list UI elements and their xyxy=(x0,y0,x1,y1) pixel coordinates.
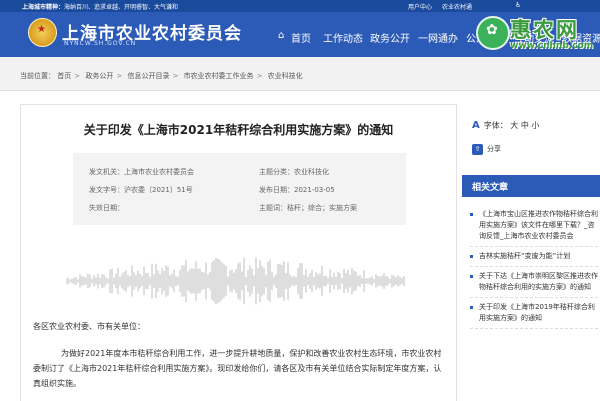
share-button[interactable]: ⇪ 分享 xyxy=(472,144,501,155)
related-heading: 相关文章 xyxy=(462,175,600,197)
agri-app-link[interactable]: 农业农村通 xyxy=(442,4,472,11)
related-item[interactable]: 关于印发《上海市2019年秸秆综合利用实施方案》的通知 xyxy=(470,302,598,329)
font-medium[interactable]: 中 xyxy=(521,121,529,130)
article-body: 各区农业农村委、市有关单位： 为做好2021年度本市秸秆综合利用工作，进一步提升… xyxy=(33,319,443,391)
meta-issuer: 发文机关：上海市农业农村委员会 xyxy=(89,168,194,176)
site-domain: NYNCW.SH.GOV.CN xyxy=(64,40,137,47)
font-size-control: A 字体： 大 中 小 xyxy=(472,120,540,131)
breadcrumb-item[interactable]: 农业科技化 xyxy=(268,72,303,80)
nav-home[interactable]: 首页 xyxy=(291,30,311,45)
salutation: 各区农业农村委、市有关单位： xyxy=(33,322,145,331)
watermark-url: www.cnhnb.com xyxy=(510,41,594,51)
breadcrumb: 当前位置： 首页 > 政务公开 > 信息公开目录 > 市农业农村委工作业务 > 农业科技… xyxy=(0,57,600,91)
article-title: 关于印发《上海市2021年秸秆综合利用实施方案》的通知 xyxy=(83,123,394,137)
share-icon: ⇪ xyxy=(472,144,483,155)
leaf-icon: ✿ xyxy=(486,22,498,38)
star-icon: ★ xyxy=(37,24,46,35)
meta-expiry: 失效日期： xyxy=(89,204,124,212)
meta-keywords: 主题词：秸秆；综合；实施方案 xyxy=(259,204,357,212)
font-icon: A xyxy=(472,120,480,131)
utility-links: 用户中心 农业农村通 xyxy=(408,2,480,11)
related-item[interactable]: 关于下达《上海市崇明区黎区推进农作物秸秆综合利用的实施方案》的通知 xyxy=(470,271,598,298)
related-articles: 相关文章 《上海市宝山区推进农作物秸秆综合利用实施方案》该文件在哪里下载？_咨询… xyxy=(462,175,600,400)
watermark-circle: ✿ xyxy=(476,16,510,50)
audio-waveform xyxy=(66,257,405,305)
breadcrumb-item[interactable]: 市农业农村委工作业务 xyxy=(184,72,254,80)
breadcrumb-item[interactable]: 首页 xyxy=(57,72,71,80)
nav-one-stop[interactable]: 一网通办 xyxy=(418,30,458,45)
meta-date: 发布日期：2021-03-05 xyxy=(259,186,335,194)
article-tools: A 字体： 大 中 小 ⇪ 分享 xyxy=(462,104,600,160)
meta-topic: 主题分类：农业科技化 xyxy=(259,168,329,176)
related-item[interactable]: 《上海市宝山区推进农作物秸秆综合利用实施方案》该文件在哪里下载？_咨询反馈_上海… xyxy=(470,209,598,247)
related-item[interactable]: 吉林实施秸秆“变废为能”计划 xyxy=(470,251,598,267)
article-paragraph: 为做好2021年度本市秸秆综合利用工作，进一步提升耕地质量，保护和改善农业农村生… xyxy=(33,349,442,388)
home-icon[interactable]: ⌂ xyxy=(278,30,284,41)
breadcrumb-item[interactable]: 信息公开目录 xyxy=(127,72,169,80)
watermark-logo: ✿ 惠农网 www.cnhnb.com xyxy=(476,14,600,54)
font-large[interactable]: 大 xyxy=(510,121,518,130)
nav-work-news[interactable]: 工作动态 xyxy=(323,30,363,45)
article-meta: 发文机关：上海市农业农村委员会 主题分类：农业科技化 发文字号：沪农委〔2021… xyxy=(73,153,406,225)
city-spirit-text: 上海城市精神：海纳百川、追求卓越、开明睿智、大气谦和 xyxy=(22,4,179,11)
nav-gov-open[interactable]: 政务公开 xyxy=(370,30,410,45)
user-center-link[interactable]: 用户中心 xyxy=(408,4,432,11)
top-utility-bar: 上海城市精神：海纳百川、追求卓越、开明睿智、大气谦和 用户中心 农业农村通 ♿ xyxy=(0,0,600,12)
meta-docno: 发文字号：沪农委〔2021〕51号 xyxy=(89,186,193,194)
breadcrumb-label: 当前位置： xyxy=(20,72,55,80)
watermark-name: 惠农网 xyxy=(510,18,579,42)
emblem-logo: ★ xyxy=(28,18,57,47)
font-small[interactable]: 小 xyxy=(531,121,539,130)
accessibility-icon[interactable]: ♿ xyxy=(515,1,521,9)
article-panel: 关于印发《上海市2021年秸秆综合利用实施方案》的通知 发文机关：上海市农业农村… xyxy=(20,104,457,401)
breadcrumb-item[interactable]: 政务公开 xyxy=(85,72,113,80)
